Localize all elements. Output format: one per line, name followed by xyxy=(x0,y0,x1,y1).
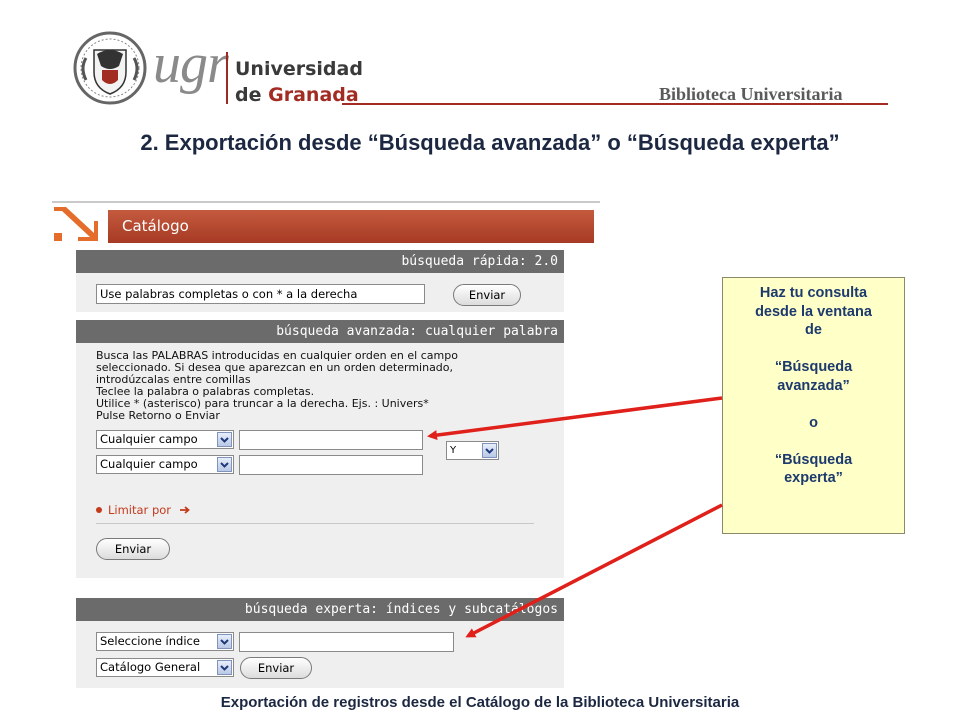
library-name: Biblioteca Universitaria xyxy=(659,84,843,104)
university-seal-logo xyxy=(73,31,147,105)
callout-line: avanzada” xyxy=(777,377,850,394)
slide-title: 2. Exportación desde “Búsqueda avanzada”… xyxy=(140,130,840,155)
operator-select-value: Y xyxy=(450,445,457,456)
advanced-search-description: Busca las PALABRAS introducidas en cualq… xyxy=(96,350,546,422)
chevron-down-icon xyxy=(217,634,232,649)
advanced-search-header: búsqueda avanzada: cualquier palabra xyxy=(76,320,564,343)
field2-select[interactable]: Cualquier campo xyxy=(96,455,234,474)
callout-line: “Búsqueda xyxy=(774,451,853,468)
expert-search-header: búsqueda experta: índices y subcatálogos xyxy=(76,598,564,621)
university-name-line2: de Granada xyxy=(235,84,359,106)
callout-line: “Búsqueda xyxy=(774,359,853,375)
field1-search-input[interactable] xyxy=(239,430,423,450)
catalog-title-bar: Catálogo xyxy=(108,210,594,243)
callout-line: desde la ventana xyxy=(755,303,872,320)
university-name-line1: Universidad xyxy=(235,58,363,80)
quick-search-input[interactable]: Use palabras completas o con * a la dere… xyxy=(96,284,425,304)
advanced-search-divider xyxy=(96,523,534,524)
index-select[interactable]: Seleccione índice xyxy=(96,632,234,651)
chevron-down-icon xyxy=(217,660,232,675)
bullet-icon xyxy=(96,507,102,513)
callout-line: o xyxy=(809,414,818,431)
callout-line xyxy=(723,395,904,414)
corner-arrow-icon xyxy=(52,203,100,243)
chevron-down-icon xyxy=(482,443,497,458)
callout-line xyxy=(723,340,904,359)
chevron-down-icon xyxy=(217,432,232,447)
catalog-top-rule xyxy=(52,201,600,203)
quick-search-header: búsqueda rápida: 2.0 xyxy=(76,250,564,273)
slide-footer: Exportación de registros desde el Catálo… xyxy=(220,694,740,711)
callout-line: experta” xyxy=(784,470,843,486)
callout-line: de xyxy=(805,322,822,338)
callout-line xyxy=(723,432,904,451)
boolean-operator-select[interactable]: Y xyxy=(446,441,499,460)
description-line: Pulse Retorno o Enviar xyxy=(96,409,220,422)
logo-separator xyxy=(226,52,228,104)
instruction-callout: Haz tu consulta desde la ventana de “Bús… xyxy=(722,277,905,534)
callout-line: Haz tu consulta xyxy=(759,285,868,301)
expert-search-input[interactable] xyxy=(239,632,454,652)
field1-select[interactable]: Cualquier campo xyxy=(96,430,234,449)
quick-search-send-button[interactable]: Enviar xyxy=(453,284,521,306)
field2-search-input[interactable] xyxy=(239,455,423,475)
limit-by-link[interactable]: Limitar por xyxy=(96,503,191,517)
expert-search-send-button[interactable]: Enviar xyxy=(240,657,312,679)
index-select-value: Seleccione índice xyxy=(100,634,200,648)
catalog-select[interactable]: Catálogo General xyxy=(96,658,234,677)
field2-select-value: Cualquier campo xyxy=(100,457,198,471)
arrow-right-icon xyxy=(179,506,190,514)
field1-select-value: Cualquier campo xyxy=(100,432,198,446)
catalog-select-value: Catálogo General xyxy=(100,660,201,674)
university-name-prefix: de xyxy=(235,84,262,106)
ugr-logo-text: ugr xyxy=(153,33,229,95)
chevron-down-icon xyxy=(217,457,232,472)
advanced-search-send-button[interactable]: Enviar xyxy=(96,538,170,560)
limit-by-label: Limitar por xyxy=(108,503,172,517)
